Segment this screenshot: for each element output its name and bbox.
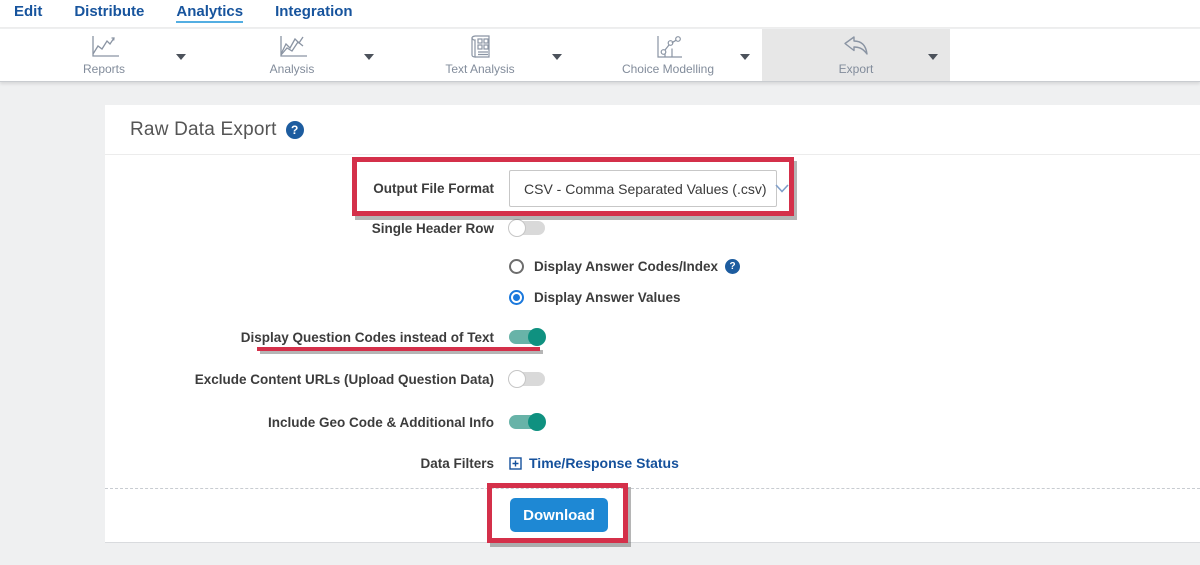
output-format-row: Output File Format CSV - Comma Separated… xyxy=(105,170,1200,207)
chevron-down-icon[interactable] xyxy=(552,54,562,60)
toolbar-item-analysis[interactable]: Analysis xyxy=(198,29,386,81)
single-header-row: Single Header Row xyxy=(105,219,1200,237)
time-response-status-link[interactable]: Time/Response Status xyxy=(509,455,679,471)
output-format-value: CSV - Comma Separated Values (.csv) xyxy=(524,180,767,197)
download-button[interactable]: Download xyxy=(510,498,608,532)
plus-square-icon xyxy=(509,456,522,470)
toggle-knob xyxy=(508,370,526,388)
scatter-chart-icon xyxy=(651,34,685,59)
exclude-urls-row: Exclude Content URLs (Upload Question Da… xyxy=(105,370,1200,388)
nav-item-analytics[interactable]: Analytics xyxy=(176,0,244,23)
chevron-down-icon xyxy=(774,184,789,193)
raw-data-export-panel: Raw Data Export ? Output File Format CSV… xyxy=(105,105,1200,543)
multi-line-chart-icon xyxy=(272,34,312,59)
exclude-urls-label: Exclude Content URLs (Upload Question Da… xyxy=(194,371,494,387)
chevron-down-icon[interactable] xyxy=(364,54,374,60)
display-answer-values-radio[interactable] xyxy=(509,290,524,305)
output-format-label: Output File Format xyxy=(373,181,494,196)
toolbar-item-choice-modelling[interactable]: Choice Modelling xyxy=(574,29,762,81)
answer-values-radio-row: Display Answer Values xyxy=(105,289,1200,306)
toolbar-item-label: Export xyxy=(838,62,874,76)
help-icon[interactable]: ? xyxy=(285,120,304,139)
panel-header: Raw Data Export ? xyxy=(105,105,1200,155)
question-codes-row: Display Question Codes instead of Text xyxy=(105,328,1200,346)
radio-label: Display Answer Codes/Index xyxy=(534,259,719,274)
toolbar-item-reports[interactable]: Reports xyxy=(10,29,198,81)
export-arrow-icon xyxy=(841,34,871,59)
geo-code-toggle[interactable] xyxy=(509,413,546,431)
output-format-select[interactable]: CSV - Comma Separated Values (.csv) xyxy=(509,170,789,207)
toolbar-item-text-analysis[interactable]: Text Analysis xyxy=(386,29,574,81)
question-codes-toggle[interactable] xyxy=(509,328,546,346)
toggle-knob xyxy=(508,219,526,237)
geo-code-label: Include Geo Code & Additional Info xyxy=(268,414,494,430)
toggle-knob xyxy=(528,413,546,431)
analytics-toolbar: Reports Analysis Text Analysis Choice Mo… xyxy=(0,29,1200,82)
data-filters-link-label: Time/Response Status xyxy=(529,455,679,471)
help-icon[interactable]: ? xyxy=(725,259,741,274)
nav-item-edit[interactable]: Edit xyxy=(14,0,42,21)
answer-codes-radio-row: Display Answer Codes/Index ? xyxy=(105,258,1200,275)
toolbar-item-label: Reports xyxy=(82,62,126,76)
nav-item-integration[interactable]: Integration xyxy=(275,0,353,21)
geo-code-row: Include Geo Code & Additional Info xyxy=(105,413,1200,431)
toolbar-item-label: Text Analysis xyxy=(445,62,515,76)
toggle-knob xyxy=(528,328,546,346)
toolbar-item-export[interactable]: Export xyxy=(762,29,950,81)
chevron-down-icon[interactable] xyxy=(928,54,938,60)
data-filters-label: Data Filters xyxy=(420,455,494,471)
nav-item-distribute[interactable]: Distribute xyxy=(74,0,144,21)
toolbar-item-label: Choice Modelling xyxy=(621,62,715,76)
page-title: Raw Data Export xyxy=(130,118,277,140)
top-navigation: Edit Distribute Analytics Integration xyxy=(0,0,1200,28)
chevron-down-icon[interactable] xyxy=(176,54,186,60)
document-grid-icon xyxy=(465,34,495,59)
single-header-label: Single Header Row xyxy=(371,220,494,236)
radio-label: Display Answer Values xyxy=(534,290,681,305)
section-divider xyxy=(105,488,1200,489)
display-answer-codes-radio[interactable] xyxy=(509,259,524,274)
chevron-down-icon[interactable] xyxy=(740,54,750,60)
toolbar-item-label: Analysis xyxy=(269,62,315,76)
annotation-underline-question-codes xyxy=(257,347,540,351)
question-codes-label: Display Question Codes instead of Text xyxy=(240,329,494,345)
exclude-urls-toggle[interactable] xyxy=(508,370,545,388)
data-filters-row: Data Filters Time/Response Status xyxy=(105,454,1200,472)
line-chart-icon xyxy=(84,34,124,59)
single-header-toggle[interactable] xyxy=(508,219,545,237)
